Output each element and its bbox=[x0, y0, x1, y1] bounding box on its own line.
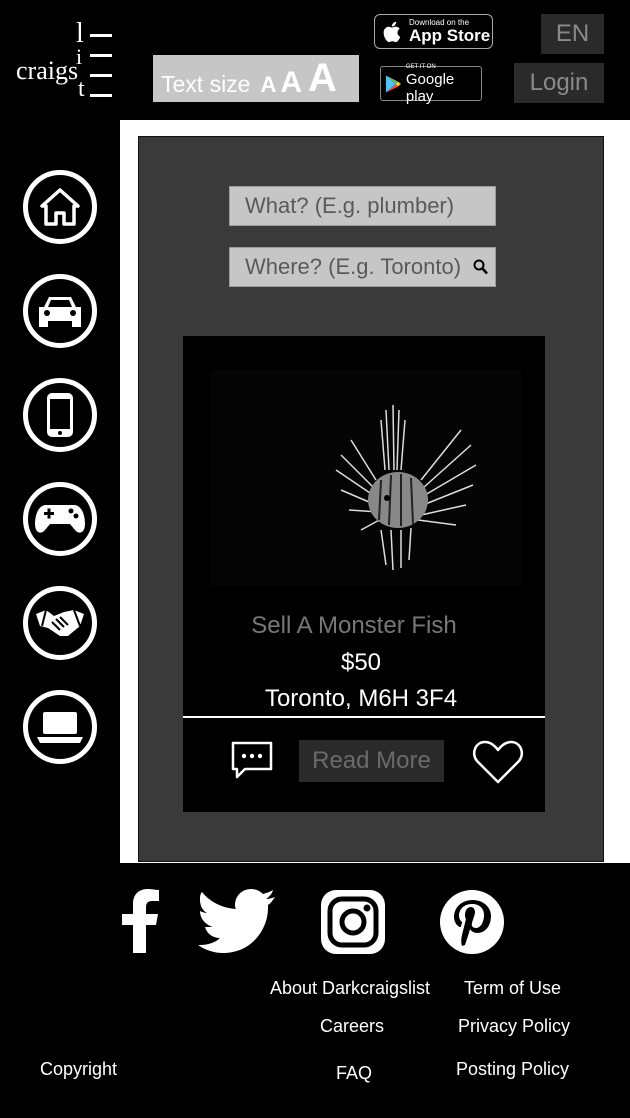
laptop-icon bbox=[37, 712, 83, 743]
sidebar-item-phones[interactable] bbox=[23, 378, 97, 452]
logo-bar bbox=[90, 94, 112, 97]
app-store-big-text: App Store bbox=[409, 26, 491, 45]
sidebar-item-services[interactable] bbox=[23, 586, 97, 660]
sidebar-item-cars[interactable] bbox=[23, 274, 97, 348]
sidebar-item-games[interactable] bbox=[23, 482, 97, 556]
footer-link-terms[interactable]: Term of Use bbox=[464, 978, 561, 999]
card-divider bbox=[183, 716, 545, 718]
language-button[interactable]: EN bbox=[541, 14, 604, 54]
footer-link-faq[interactable]: FAQ bbox=[336, 1063, 372, 1084]
phone-icon bbox=[47, 393, 73, 437]
lionfish-image bbox=[335, 404, 477, 571]
pinterest-icon[interactable] bbox=[439, 889, 505, 955]
gamepad-icon bbox=[35, 505, 85, 533]
apple-icon bbox=[383, 21, 401, 42]
google-play-badge[interactable]: GET IT ON Google play bbox=[380, 63, 482, 105]
footer-link-posting[interactable]: Posting Policy bbox=[456, 1059, 569, 1080]
text-size-small-button[interactable]: A bbox=[260, 72, 276, 98]
logo-bar bbox=[90, 54, 112, 57]
footer-link-about[interactable]: About Darkcraigslist bbox=[270, 978, 430, 999]
sidebar-item-home[interactable] bbox=[23, 170, 97, 244]
footer: About Darkcraigslist Term of Use Careers… bbox=[0, 863, 630, 1118]
listing-card: Sell A Monster Fish $50 Toronto, M6H 3F4… bbox=[183, 336, 545, 812]
category-sidebar bbox=[0, 120, 120, 863]
listing-location: Toronto, M6H 3F4 bbox=[264, 685, 458, 712]
google-play-big-text: Google play bbox=[405, 70, 455, 105]
text-size-large-button[interactable]: A bbox=[308, 58, 337, 98]
what-search-placeholder: What? (E.g. plumber) bbox=[245, 193, 455, 218]
logo-word: craigs bbox=[16, 56, 79, 85]
footer-link-privacy[interactable]: Privacy Policy bbox=[458, 1016, 570, 1037]
where-search-placeholder: Where? (E.g. Toronto) bbox=[245, 254, 462, 279]
heart-icon[interactable] bbox=[472, 739, 524, 785]
app-store-badge[interactable]: Download on the App Store bbox=[374, 14, 493, 49]
listing-title[interactable]: Sell A Monster Fish bbox=[183, 612, 525, 640]
google-play-small-text: GET IT ON bbox=[405, 63, 436, 70]
listing-price: $50 bbox=[340, 649, 382, 676]
instagram-icon[interactable] bbox=[320, 889, 386, 955]
handshake-icon bbox=[36, 609, 84, 636]
chat-icon[interactable] bbox=[229, 739, 275, 781]
what-search-input[interactable]: What? (E.g. plumber) bbox=[229, 186, 496, 226]
google-play-icon bbox=[385, 75, 401, 92]
where-search-input[interactable]: Where? (E.g. Toronto) bbox=[229, 247, 496, 287]
craigslist-logo[interactable]: l i craigs t bbox=[14, 18, 114, 106]
twitter-icon[interactable] bbox=[198, 889, 276, 955]
read-more-button[interactable]: Read More bbox=[299, 740, 444, 782]
text-size-control: Text size A A A bbox=[153, 55, 359, 102]
text-size-label: Text size bbox=[161, 71, 251, 97]
logo-bar bbox=[90, 74, 112, 77]
listing-image[interactable] bbox=[211, 370, 521, 586]
sidebar-item-computers[interactable] bbox=[23, 690, 97, 764]
login-button[interactable]: Login bbox=[514, 63, 604, 103]
car-icon bbox=[39, 297, 81, 327]
search-icon[interactable] bbox=[473, 258, 489, 276]
logo-letter-t: t bbox=[78, 76, 85, 102]
header: l i craigs t Text size A A A Download on… bbox=[0, 0, 630, 120]
text-size-medium-button[interactable]: A bbox=[280, 68, 302, 98]
footer-link-careers[interactable]: Careers bbox=[320, 1016, 384, 1037]
facebook-icon[interactable] bbox=[118, 889, 162, 953]
home-icon bbox=[40, 188, 80, 226]
logo-bar bbox=[90, 34, 112, 37]
footer-copyright: Copyright bbox=[40, 1059, 118, 1079]
